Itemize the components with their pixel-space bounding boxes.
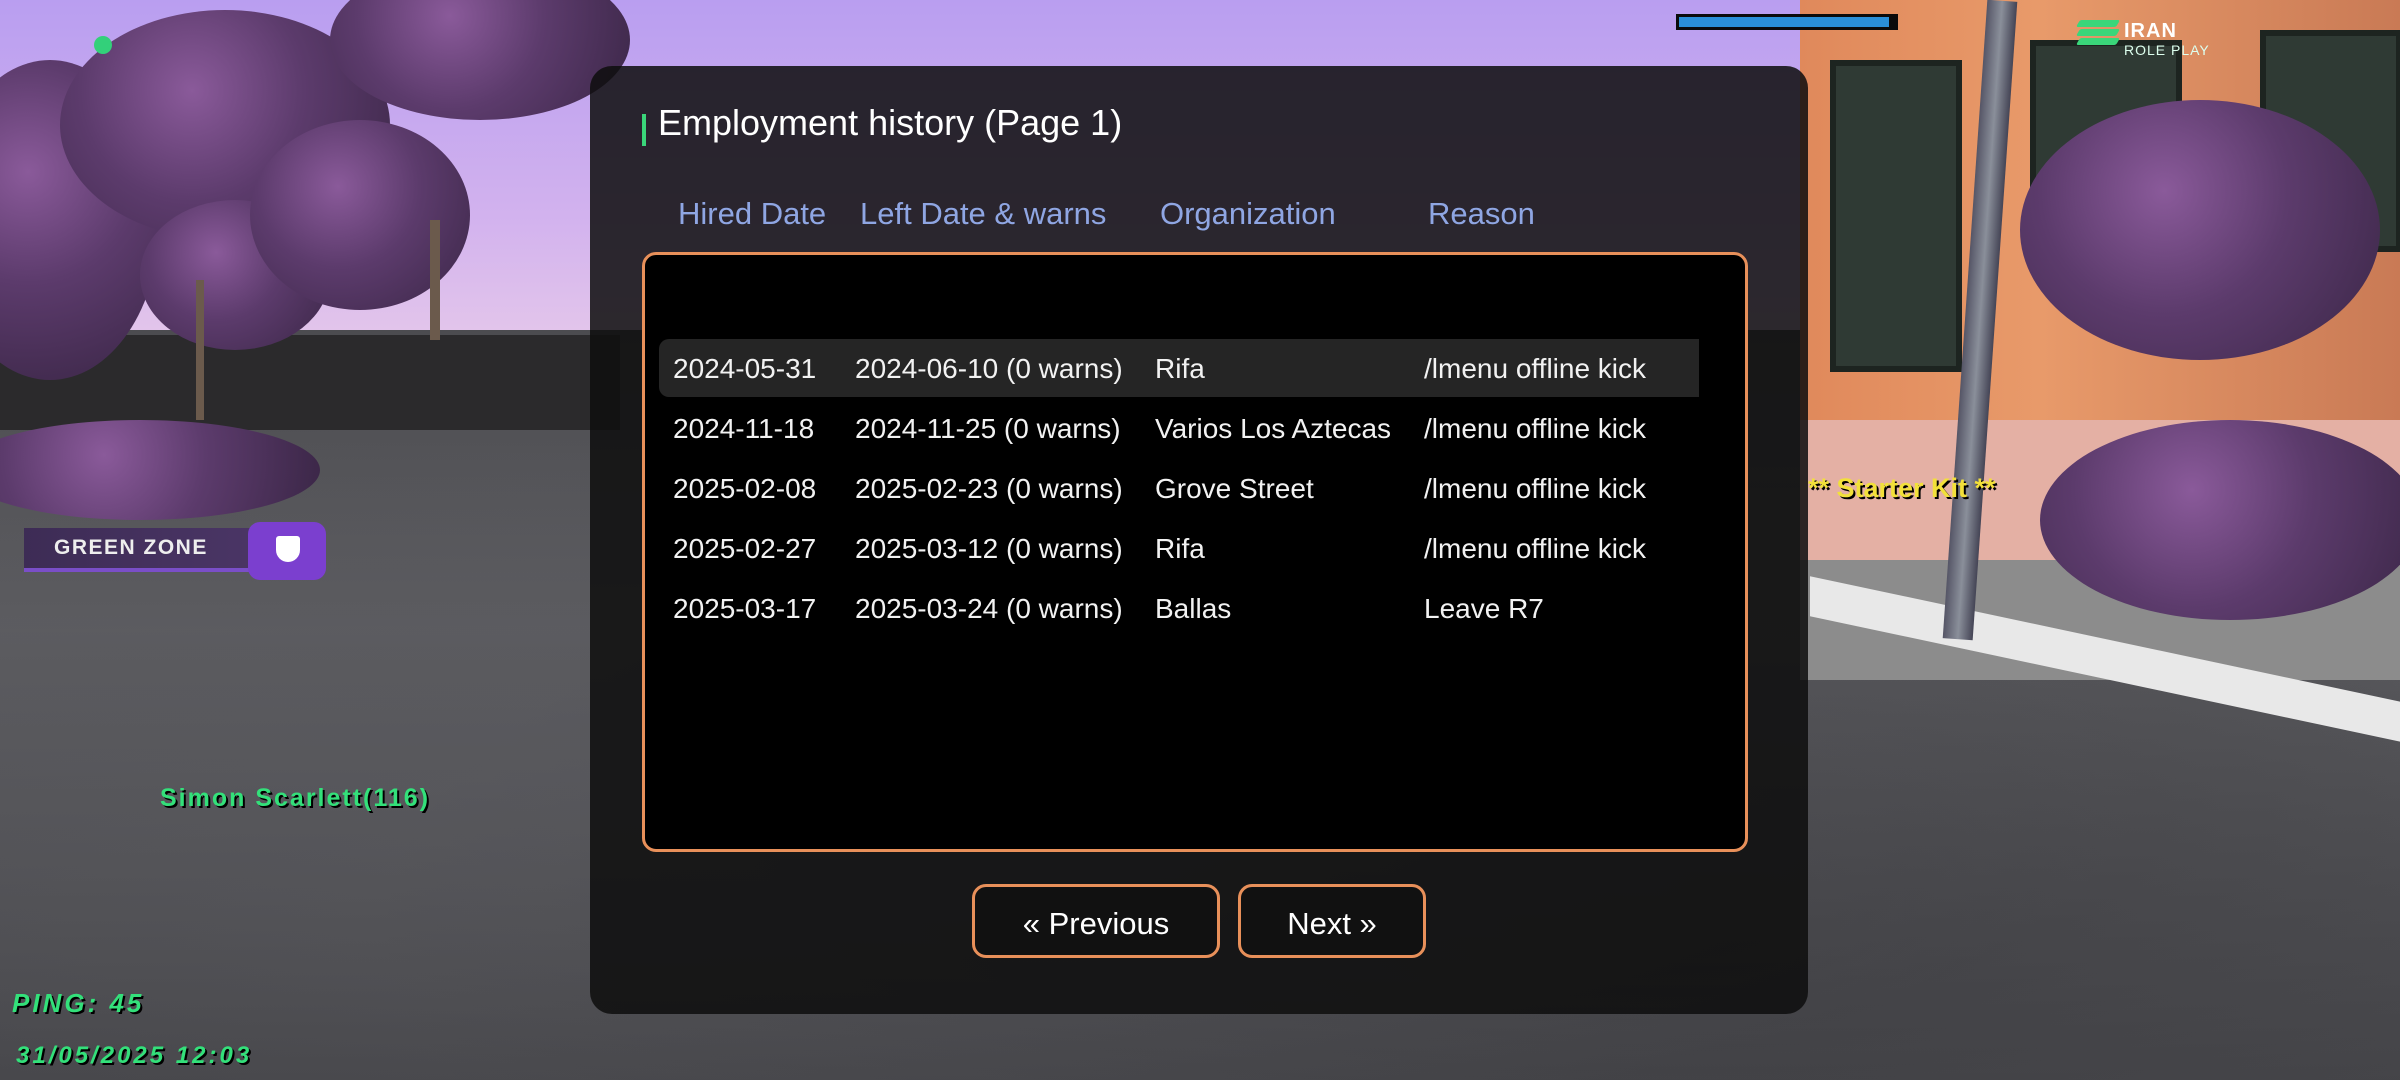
zone-shield-icon <box>248 522 326 580</box>
green-zone-label: GREEN ZONE <box>24 528 252 572</box>
health-bar-fill <box>1679 17 1889 27</box>
cell-organization: Rifa <box>1155 533 1205 564</box>
shrub <box>2040 420 2400 620</box>
column-header-hired: Hired Date <box>678 196 827 231</box>
cell-organization: Grove Street <box>1155 473 1314 504</box>
column-header-left: Left Date & warns <box>860 196 1107 231</box>
cell-reason: /lmenu offline kick <box>1424 353 1647 384</box>
date-time-readout: 31/05/2025 12:03 <box>16 1042 253 1069</box>
table-row[interactable]: 2024-11-18 2024-11-25 (0 warns) Varios L… <box>659 399 1699 457</box>
cell-organization: Ballas <box>1155 593 1232 624</box>
column-header-organization: Organization <box>1160 196 1336 231</box>
cell-reason: /lmenu offline kick <box>1424 413 1647 444</box>
cell-left-date: 2024-11-25 (0 warns) <box>855 413 1121 444</box>
building-window <box>1830 60 1962 372</box>
cell-reason: Leave R7 <box>1424 593 1544 624</box>
cell-organization: Rifa <box>1155 353 1205 384</box>
logo-title: IRAN <box>2124 20 2177 42</box>
table-header: Hired Date Left Date & warns Organizatio… <box>590 196 1808 246</box>
health-bar <box>1676 14 1898 30</box>
cell-hired-date: 2025-03-17 <box>673 593 817 624</box>
cell-hired-date: 2024-05-31 <box>673 353 817 384</box>
cell-hired-date: 2025-02-08 <box>673 473 817 504</box>
tree-trunk <box>196 280 204 420</box>
table-row[interactable]: 2025-02-27 2025-03-12 (0 warns) Rifa /lm… <box>659 519 1699 577</box>
dialog-title: Employment history (Page 1) <box>644 102 1122 144</box>
player-name-tag: Simon Scarlett(116) <box>160 784 431 812</box>
tree <box>2020 100 2380 360</box>
cell-left-date: 2024-06-10 (0 warns) <box>855 353 1123 384</box>
cell-left-date: 2025-03-24 (0 warns) <box>855 593 1123 624</box>
employment-history-dialog: Employment history (Page 1) Hired Date L… <box>590 66 1808 1014</box>
tree-trunk <box>430 220 440 340</box>
logo-subtitle: ROLE PLAY <box>2124 42 2210 58</box>
previous-page-button[interactable]: « Previous <box>972 884 1220 958</box>
cell-organization: Varios Los Aztecas <box>1155 413 1392 444</box>
cell-reason: /lmenu offline kick <box>1424 533 1647 564</box>
history-table: 2024-05-31 2024-06-10 (0 warns) Rifa /lm… <box>642 252 1748 852</box>
next-page-button[interactable]: Next » <box>1238 884 1426 958</box>
cell-reason: /lmenu offline kick <box>1424 473 1647 504</box>
cell-left-date: 2025-03-12 (0 warns) <box>855 533 1123 564</box>
column-header-reason: Reason <box>1428 196 1535 231</box>
table-row[interactable]: 2025-03-17 2025-03-24 (0 warns) Ballas L… <box>659 579 1699 637</box>
status-dot-icon <box>94 36 112 54</box>
green-zone-indicator: GREEN ZONE <box>24 522 326 580</box>
ping-readout: PING: 45 <box>12 988 145 1018</box>
table-row[interactable]: 2025-02-08 2025-02-23 (0 warns) Grove St… <box>659 459 1699 517</box>
server-logo: IRAN ROLE PLAY <box>2075 16 2218 62</box>
cell-hired-date: 2024-11-18 <box>673 413 815 444</box>
logo-stripes-icon <box>2075 18 2121 58</box>
dialog-title-text: Employment history (Page 1) <box>658 102 1123 143</box>
cell-left-date: 2025-02-23 (0 warns) <box>855 473 1123 504</box>
table-row[interactable]: 2024-05-31 2024-06-10 (0 warns) Rifa /lm… <box>659 339 1699 397</box>
starter-kit-label: ** Starter Kit ** <box>1808 473 1996 503</box>
cell-hired-date: 2025-02-27 <box>673 533 817 564</box>
